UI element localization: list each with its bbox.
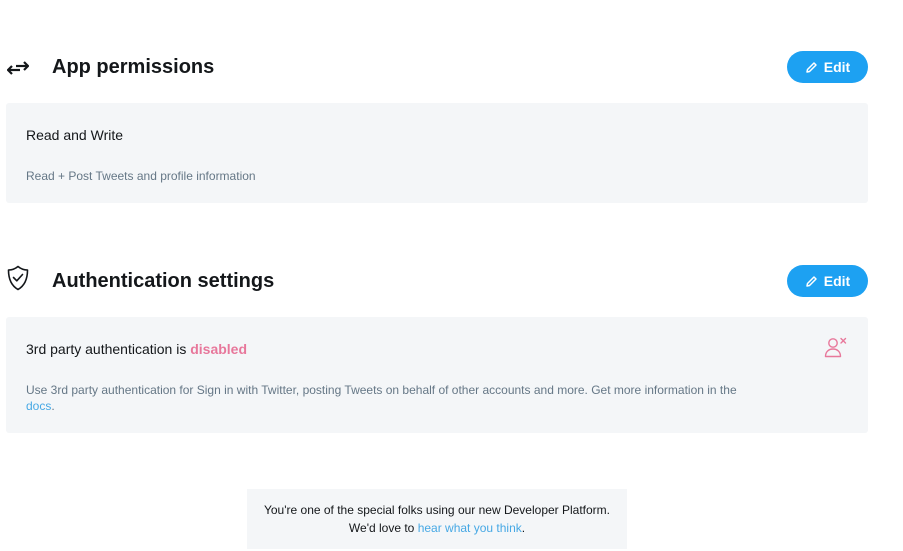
auth-status-prefix: 3rd party authentication is	[26, 341, 187, 357]
permissions-title: App permissions	[52, 56, 215, 78]
app-settings-page: App permissions Edit Read and Write Read…	[0, 0, 903, 551]
edit-label: Edit	[823, 59, 851, 75]
pencil-icon	[806, 61, 817, 73]
docs-suffix: .	[51, 399, 55, 413]
permission-level: Read and Write	[26, 127, 124, 143]
feedback-line-2: We'd love to hear what you think.	[247, 519, 627, 537]
auth-status-text: 3rd party authentication is disabled	[26, 341, 247, 357]
docs-link[interactable]: docs	[26, 399, 51, 413]
feedback-line-1: You're one of the special folks using ou…	[263, 503, 611, 517]
permissions-header: App permissions Edit	[0, 48, 903, 88]
shield-check-icon	[6, 265, 30, 291]
pencil-icon	[806, 275, 817, 287]
authentication-card: 3rd party authentication is disabled Use…	[6, 317, 868, 433]
permissions-card: Read and Write Read + Post Tweets and pr…	[6, 103, 868, 203]
swap-arrows-icon	[6, 56, 30, 80]
authentication-title: Authentication settings	[52, 270, 275, 292]
edit-label: Edit	[823, 273, 851, 289]
feedback-prefix: We'd love to	[348, 521, 415, 535]
auth-description: Use 3rd party authentication for Sign in…	[26, 382, 786, 414]
authentication-edit-button[interactable]: Edit	[787, 265, 868, 297]
auth-status-badge: disabled	[190, 341, 248, 357]
authentication-header: Authentication settings Edit	[0, 262, 903, 302]
feedback-banner: You're one of the special folks using ou…	[247, 489, 627, 549]
permission-description: Read + Post Tweets and profile informati…	[26, 169, 256, 183]
permissions-edit-button[interactable]: Edit	[787, 51, 868, 83]
auth-description-text: Use 3rd party authentication for Sign in…	[26, 383, 737, 397]
user-x-icon	[824, 337, 848, 359]
feedback-link[interactable]: hear what you think	[418, 521, 522, 535]
feedback-suffix: .	[521, 521, 526, 535]
